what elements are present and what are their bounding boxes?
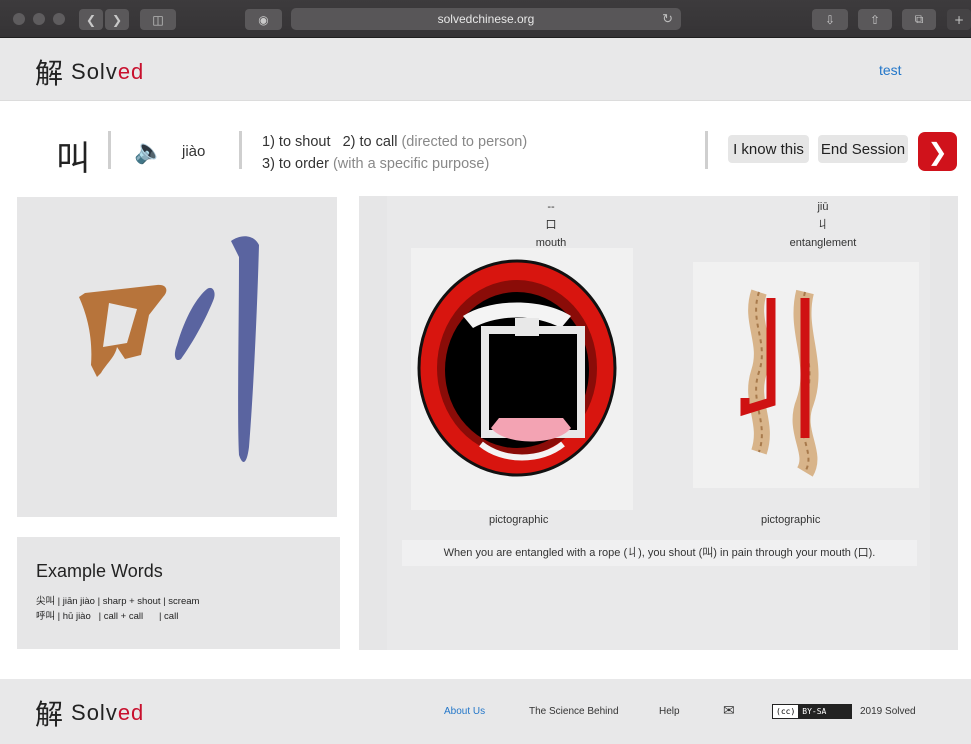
mnemonic-story: When you are entangled with a rope (丩), … bbox=[402, 540, 917, 566]
mouth-pictogram bbox=[417, 259, 617, 477]
mouth-illustration bbox=[411, 248, 633, 510]
address-bar[interactable]: solvedchinese.org ↻ bbox=[291, 8, 681, 30]
end-session-button[interactable]: End Session bbox=[818, 135, 908, 163]
minimize-window-icon[interactable] bbox=[33, 13, 45, 25]
tabs-overview-icon[interactable]: ⧉ bbox=[902, 9, 936, 30]
component-2-meaning: entanglement bbox=[789, 237, 857, 249]
user-menu-link[interactable]: test bbox=[879, 62, 902, 78]
component-2-header: jiū 丩 entanglement bbox=[753, 198, 893, 252]
reload-icon[interactable]: ↻ bbox=[662, 11, 673, 27]
site-footer: 解 Solved About Us The Science Behind Hel… bbox=[0, 679, 971, 744]
entanglement-illustration bbox=[693, 262, 919, 488]
i-know-this-button[interactable]: I know this bbox=[728, 135, 809, 163]
browser-titlebar: ❮ ❯ ◫ ◉ solvedchinese.org ↻ ⇩ ⇧ ⧉ + bbox=[0, 0, 971, 38]
character-strokes bbox=[79, 236, 259, 462]
mail-icon[interactable]: ✉ bbox=[723, 702, 735, 719]
extension-icon[interactable]: ◉ bbox=[245, 9, 282, 30]
license-badge[interactable]: (cc) BY-SA bbox=[772, 704, 852, 719]
speaker-icon[interactable]: 🔈 bbox=[134, 137, 164, 165]
component-1-pinyin: -- bbox=[547, 201, 555, 213]
zoom-window-icon[interactable] bbox=[53, 13, 65, 25]
example-word-row: 呼叫 | hū jiào | call + call | call bbox=[36, 611, 179, 622]
component-2-pinyin: jiū bbox=[817, 201, 829, 213]
back-icon[interactable]: ❮ bbox=[79, 9, 103, 30]
forward-icon[interactable]: ❯ bbox=[105, 9, 129, 30]
help-link[interactable]: Help bbox=[659, 706, 680, 717]
next-card-button[interactable]: ❯ bbox=[918, 132, 957, 171]
component-2-glyph: 丩 bbox=[817, 219, 829, 231]
definitions: 1) to shout 2) to call (directed to pers… bbox=[262, 134, 528, 172]
divider bbox=[239, 131, 242, 169]
close-window-icon[interactable] bbox=[13, 13, 25, 25]
entangle-stroke-1 bbox=[174, 287, 215, 361]
entangle-stroke-2 bbox=[231, 236, 259, 462]
logo-text: Solved bbox=[71, 700, 145, 725]
site-logo[interactable]: 解 Solved bbox=[35, 52, 144, 92]
new-tab-icon[interactable]: + bbox=[947, 9, 971, 30]
about-us-link[interactable]: About Us bbox=[444, 706, 485, 717]
download-icon[interactable]: ⇩ bbox=[812, 9, 848, 30]
url-text: solvedchinese.org bbox=[437, 12, 535, 26]
component-inner: -- 口 mouth jiū 丩 entanglement pictograph… bbox=[387, 196, 930, 650]
rope-pictogram bbox=[740, 289, 819, 477]
logo-text: Solved bbox=[71, 59, 145, 84]
component-breakdown-panel: -- 口 mouth jiū 丩 entanglement pictograph… bbox=[359, 196, 958, 650]
character-stroke-panel bbox=[17, 197, 337, 517]
component-1-header: -- 口 mouth bbox=[481, 198, 621, 252]
component-1-type: pictographic bbox=[489, 514, 549, 526]
logo-glyph: 解 bbox=[35, 698, 64, 731]
example-words-title: Example Words bbox=[36, 561, 163, 581]
share-icon[interactable]: ⇧ bbox=[858, 9, 892, 30]
divider bbox=[108, 131, 111, 169]
divider bbox=[705, 131, 708, 169]
example-word-row: 尖叫 | jiān jiào | sharp + shout | scream bbox=[36, 596, 200, 607]
copyright-text: 2019 Solved bbox=[860, 706, 916, 717]
character-info-bar: 叫 🔈 jiào 1) to shout 2) to call (directe… bbox=[0, 101, 971, 197]
science-behind-link[interactable]: The Science Behind bbox=[529, 706, 619, 717]
logo-glyph: 解 bbox=[35, 57, 64, 90]
example-words-panel: Example Words 尖叫 | jiān jiào | sharp + s… bbox=[17, 537, 340, 649]
footer-logo[interactable]: 解 Solved bbox=[35, 693, 144, 733]
component-2-type: pictographic bbox=[761, 514, 821, 526]
pinyin-label: jiào bbox=[182, 143, 206, 160]
current-character: 叫 bbox=[56, 139, 90, 179]
component-1-glyph: 口 bbox=[545, 219, 557, 231]
site-header: 解 Solved test bbox=[0, 38, 971, 101]
chevron-right-icon: ❯ bbox=[927, 137, 948, 166]
mouth-stroke bbox=[79, 284, 167, 377]
sidebar-icon[interactable]: ◫ bbox=[140, 9, 176, 30]
